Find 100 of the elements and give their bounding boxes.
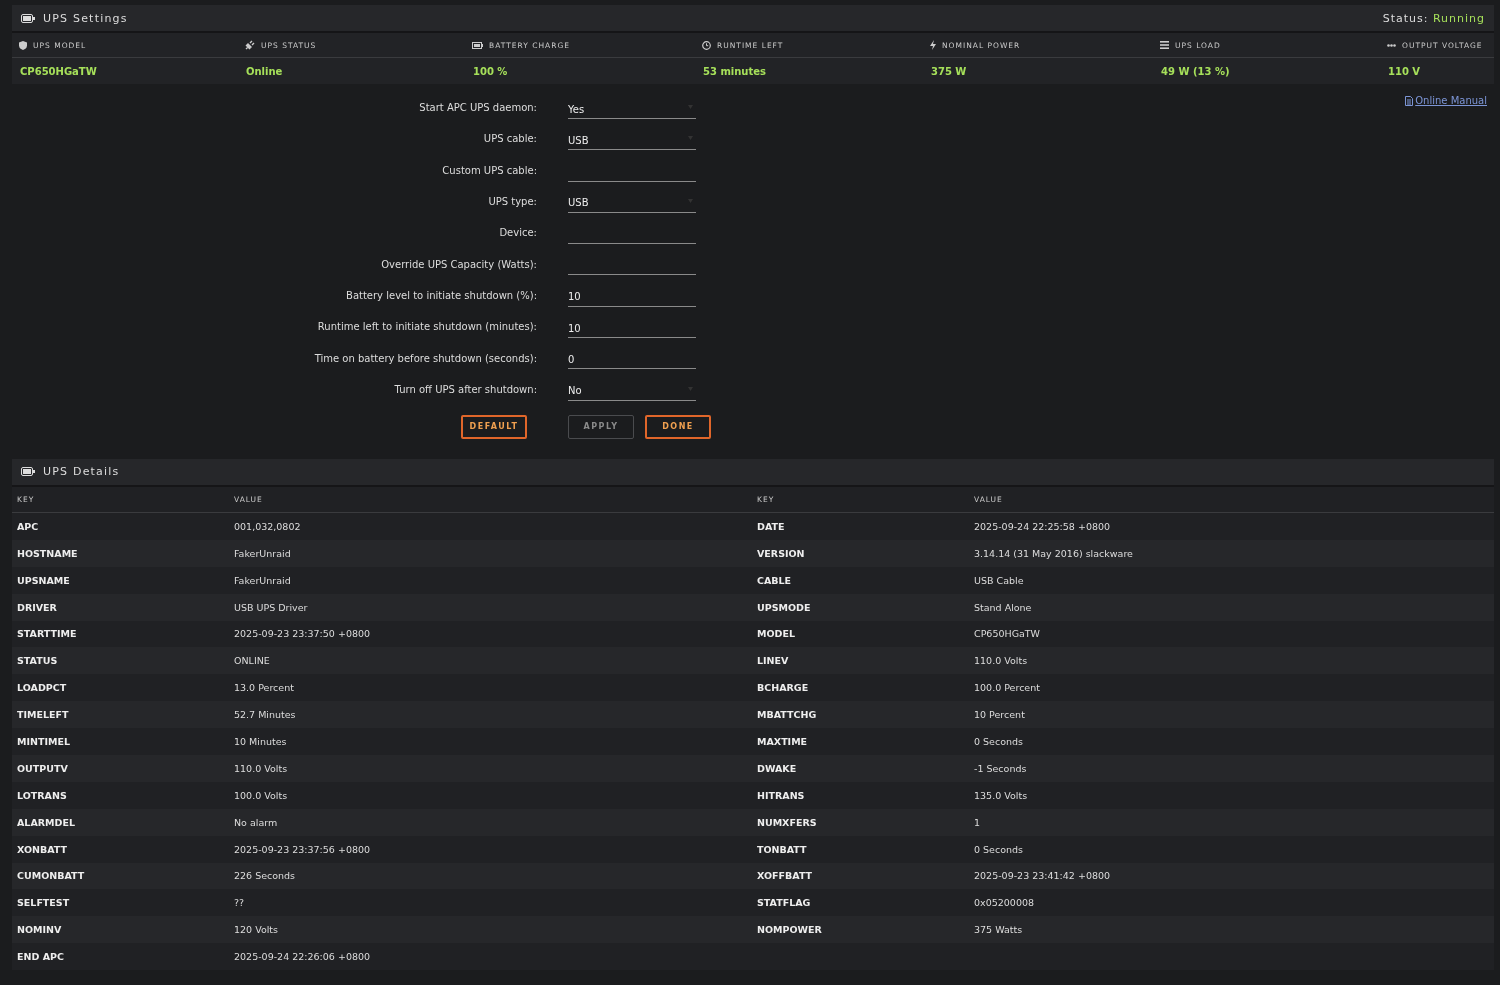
key-cell-text: MBATTCHG (756, 709, 818, 721)
key-cell-text: VERSION (756, 547, 806, 559)
value-cell-text: 110.0 Volts (234, 762, 289, 774)
value-cell-text: 001,032,0802 (234, 520, 302, 532)
clock-icon (702, 40, 711, 50)
field-label: Custom UPS cable: (442, 164, 537, 176)
key-cell-text: LOTRANS (16, 789, 68, 801)
value-cell-text: USB UPS Driver (234, 601, 309, 613)
key-cell-text: DWAKE (756, 762, 798, 774)
panel-title: UPS Details (43, 465, 120, 479)
action-button[interactable]: DONE (645, 414, 711, 439)
value-cell-text: 2025-09-23 23:37:50 +0800 (234, 628, 372, 640)
value-cell-text: 0 Seconds (974, 736, 1024, 748)
key-cell-text: MINTIMEL (16, 736, 71, 748)
key-cell-text: LOADPCT (16, 682, 68, 694)
stat-value: Online (246, 65, 283, 77)
input-field[interactable]: 10 (568, 315, 696, 339)
dots-icon (1387, 43, 1396, 47)
key-cell-text: DRIVER (16, 601, 58, 613)
field-label: Runtime left to initiate shutdown (minutes): (317, 321, 537, 333)
input-field[interactable]: 10 (568, 283, 696, 307)
input-field[interactable]: 0 (568, 346, 696, 370)
value-cell-text: 375 Watts (974, 924, 1024, 936)
key-cell-text: XOFFBATT (756, 870, 814, 882)
key-cell-text: TONBATT (756, 843, 808, 855)
key-cell-text: STATFLAG (756, 897, 812, 909)
key-cell-text: APC (16, 520, 40, 532)
key-cell-text: XONBATT (16, 843, 69, 855)
value-cell-text: 10 Minutes (234, 736, 288, 748)
value-cell-text: 0 Seconds (974, 843, 1024, 855)
key-cell-text: CABLE (756, 574, 793, 586)
status-text: Status: Running (1382, 11, 1485, 25)
value-cell-text: 2025-09-23 23:41:42 +0800 (974, 870, 1112, 882)
key-cell-text: NOMINV (16, 924, 63, 936)
key-cell-text: CUMONBATT (16, 870, 86, 882)
key-cell-text: LINEV (756, 655, 790, 667)
value-cell-text: 135.0 Volts (974, 789, 1029, 801)
value-cell-text: 226 Seconds (234, 870, 297, 882)
value-cell-text: 52.7 Minutes (234, 709, 297, 721)
caret-icon (688, 386, 693, 391)
select-field[interactable]: No (568, 377, 696, 401)
value-cell-text: 2025-09-24 22:26:06 +0800 (234, 951, 372, 963)
field-label: UPS cable: (483, 133, 537, 145)
shield-icon (19, 40, 27, 50)
value-cell-text: 120 Volts (234, 924, 280, 936)
battery-icon (472, 41, 483, 49)
bolt-icon (930, 40, 936, 50)
value-cell-text: -1 Seconds (974, 762, 1028, 774)
key-cell-text: UPSNAME (16, 574, 71, 586)
stat-value: CP650HGaTW (20, 65, 97, 77)
stat-value: 110 V (1388, 65, 1421, 77)
value-cell-text: 100.0 Percent (974, 682, 1041, 694)
value-cell-text: FakerUnraid (234, 547, 292, 559)
key-cell-text: HOSTNAME (16, 547, 79, 559)
value-cell-text: Stand Alone (974, 601, 1033, 613)
key-cell-text: NUMXFERS (756, 816, 818, 828)
panel-title: UPS Settings (43, 11, 128, 25)
stat-value: 100 % (473, 65, 508, 77)
menu-icon (1160, 41, 1169, 49)
action-button[interactable]: DEFAULT (461, 414, 527, 439)
value-cell-text: 3.14.14 (31 May 2016) slackware (974, 547, 1134, 559)
battery-icon (21, 13, 35, 23)
key-cell-text: END APC (16, 951, 65, 963)
select-field[interactable]: Yes (568, 96, 696, 119)
stat-value: 49 W (13 %) (1161, 65, 1230, 77)
value-cell-text: 110.0 Volts (974, 655, 1029, 667)
online-manual-link[interactable]: Online Manual (1405, 95, 1487, 106)
caret-icon (688, 136, 693, 141)
value-cell-text: 100.0 Volts (234, 789, 289, 801)
key-cell-text: OUTPUTV (16, 762, 69, 774)
select-field[interactable]: USB (568, 127, 696, 151)
value-cell-text: CP650HGaTW (974, 628, 1042, 640)
field-label: Time on battery before shutdown (seconds): (314, 352, 537, 364)
value-cell-text: FakerUnraid (234, 574, 292, 586)
value-cell-text: USB Cable (974, 574, 1025, 586)
select-field[interactable]: USB (568, 189, 696, 213)
plug-icon (245, 40, 255, 50)
battery-icon (21, 467, 35, 477)
key-cell-text: STARTTIME (16, 628, 78, 640)
key-cell-text: ALARMDEL (16, 816, 76, 828)
caret-icon (688, 198, 693, 203)
field-label: Override UPS Capacity (Watts): (381, 258, 537, 270)
key-cell-text: SELFTEST (16, 897, 71, 909)
field-label: Start APC UPS daemon: (419, 102, 537, 114)
value-cell-text: ?? (234, 897, 246, 909)
value-cell-text: 10 Percent (974, 709, 1026, 721)
field-label: Turn off UPS after shutdown: (394, 383, 537, 395)
key-cell-text: TIMELEFT (16, 709, 70, 721)
key-cell-text: DATE (756, 520, 786, 532)
value-cell-text: 2025-09-24 22:25:58 +0800 (974, 520, 1112, 532)
value-cell-text: 13.0 Percent (234, 682, 295, 694)
key-cell-text: STATUS (16, 655, 59, 667)
key-cell-text: MODEL (756, 628, 796, 640)
field-label: Battery level to initiate shutdown (%): (346, 289, 537, 301)
value-cell-text: 0x05200008 (974, 897, 1036, 909)
document-icon (1405, 95, 1414, 106)
key-cell-text: NOMPOWER (756, 924, 823, 936)
key-cell-text: UPSMODE (756, 601, 812, 613)
field-label: UPS type: (488, 196, 537, 208)
value-cell-text: ONLINE (234, 655, 271, 667)
